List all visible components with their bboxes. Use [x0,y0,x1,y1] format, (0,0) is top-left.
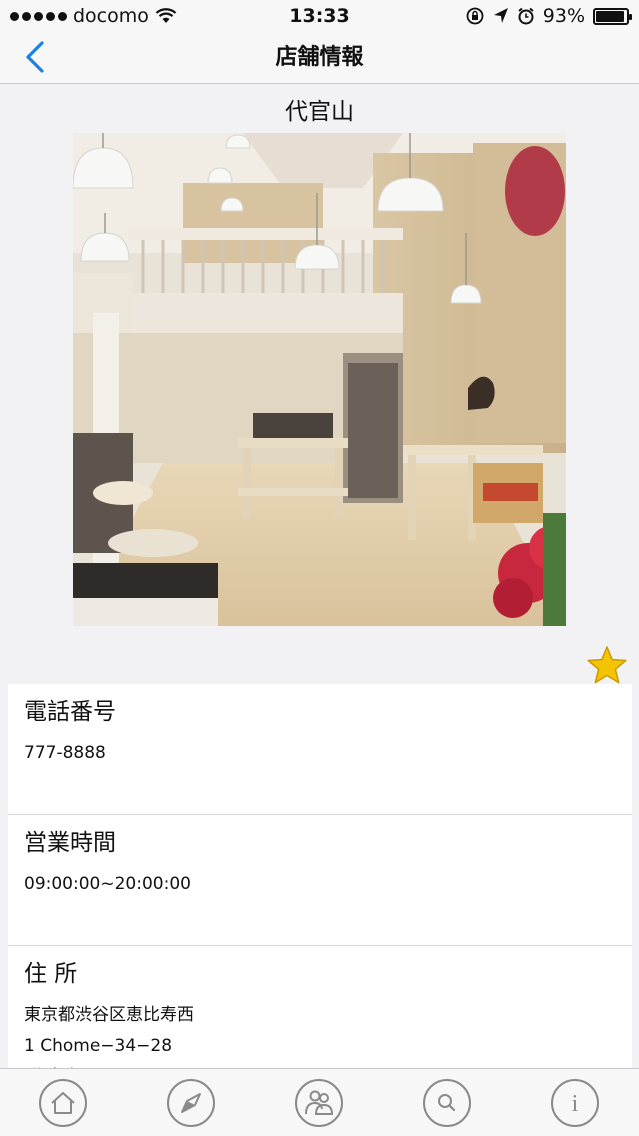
people-icon [295,1079,343,1127]
svg-text:i: i [572,1091,579,1117]
favorite-button[interactable] [586,645,628,685]
store-interior-photo [73,133,566,626]
store-info-list: 電話番号 777-8888 営業時間 09:00:00~20:00:00 住 所… [8,684,632,1077]
page-title: 店舗情報 [275,45,364,70]
tab-search[interactable] [422,1078,472,1128]
store-name: 代官山 [285,99,354,125]
location-arrow-icon [493,8,508,23]
alarm-icon [518,7,534,25]
address-row: 住 所 東京都渋谷区恵比寿西 1 Chome−34−28 代官山ファースト [8,946,632,1077]
address-line-1: 東京都渋谷区恵比寿西 [24,1005,194,1025]
battery-fill [596,10,624,22]
tab-info[interactable]: i [550,1078,600,1128]
battery-percent: 93% [542,5,585,27]
status-bar: docomo 13:33 93% [0,0,639,34]
battery-icon [593,7,632,25]
phone-label: 電話番号 [24,699,116,725]
info-icon: i [551,1079,599,1127]
hours-value: 09:00:00~20:00:00 [24,874,191,894]
home-icon [39,1079,87,1127]
phone-value[interactable]: 777-8888 [24,738,616,769]
navigation-bar: 店舗情報 [0,34,639,84]
hours-row: 営業時間 09:00:00~20:00:00 [8,815,632,946]
tab-bar: i [0,1068,639,1136]
address-label: 住 所 [24,961,78,987]
address-line-2: 1 Chome−34−28 [24,1036,173,1056]
search-icon [423,1079,471,1127]
compass-icon [167,1079,215,1127]
orientation-lock-icon [466,7,484,25]
tab-navigate[interactable] [166,1078,216,1128]
status-right: 93% [465,5,632,27]
tab-home[interactable] [38,1078,88,1128]
phone-row: 電話番号 777-8888 [8,684,632,815]
tab-community[interactable] [294,1078,344,1128]
star-icon [587,646,627,684]
hours-label: 営業時間 [24,830,116,856]
